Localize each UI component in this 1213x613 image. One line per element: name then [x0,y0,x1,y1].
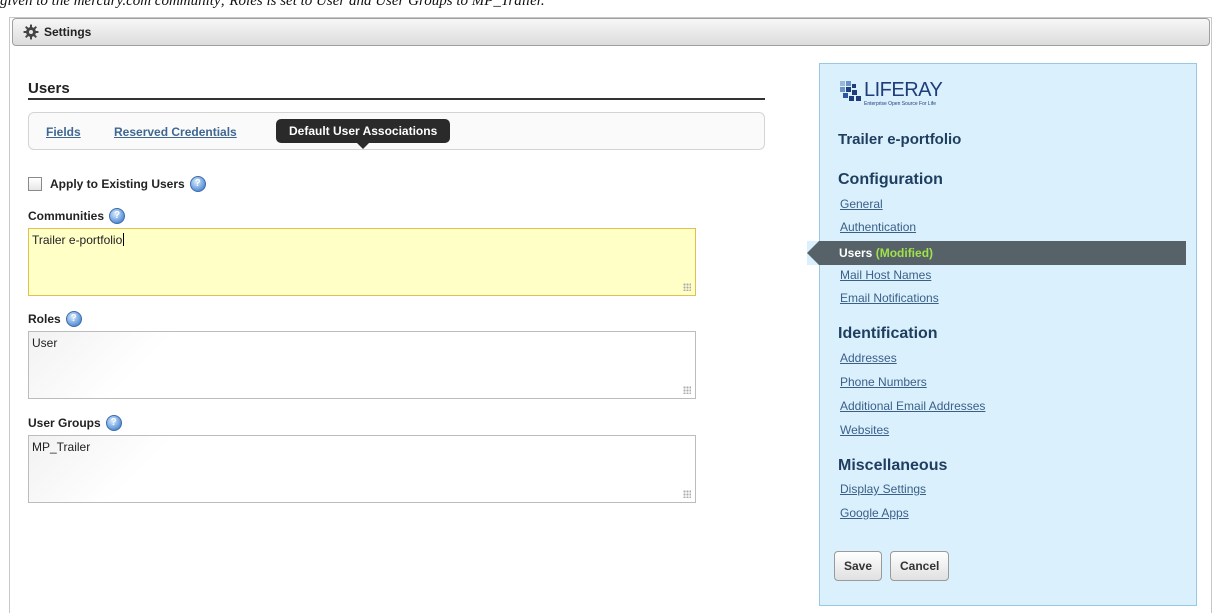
liferay-logo-icon [840,81,861,101]
liferay-logo-text: LIFERAY Enterprise Open Source For Life [864,79,943,107]
logo-wordmark: LIFERAY [864,79,943,101]
help-icon[interactable]: ? [189,176,206,192]
text-caret [123,233,125,246]
communities-label: Communities [28,209,105,223]
section-configuration: Configuration [838,171,943,188]
nav-users-current[interactable]: Users (Modified) [807,241,1186,265]
tab-bar: Fields Reserved Credentials Default User… [28,112,765,150]
settings-title: Settings [44,25,92,39]
tab-reserved-credentials[interactable]: Reserved Credentials [114,125,237,139]
help-icon[interactable]: ? [109,208,126,224]
user-groups-label-row: User Groups ? [28,415,122,431]
resize-grip-icon[interactable] [683,490,691,498]
roles-label: Roles [28,312,61,326]
gear-icon [23,24,39,40]
roles-value: User [32,336,58,350]
nav-phone-numbers[interactable]: Phone Numbers [840,375,927,389]
save-button[interactable]: Save [834,551,883,581]
user-groups-value: MP_Trailer [32,440,91,454]
tab-fields[interactable]: Fields [46,125,81,139]
nav-mail-host-names[interactable]: Mail Host Names [840,268,931,282]
modified-badge: (Modified) [875,246,934,260]
section-identification: Identification [838,325,938,342]
apply-existing-checkbox[interactable] [28,177,42,191]
page-caption: given to the mercury.com community; Role… [0,0,545,9]
apply-existing-row: Apply to Existing Users ? [28,176,206,192]
logo-tagline: Enterprise Open Source For Life [864,101,936,107]
nav-email-notifications[interactable]: Email Notifications [840,291,939,305]
resize-grip-icon[interactable] [683,386,691,394]
section-miscellaneous: Miscellaneous [838,457,948,474]
cancel-button[interactable]: Cancel [890,551,950,581]
nav-additional-email[interactable]: Additional Email Addresses [840,399,985,413]
user-groups-label: User Groups [28,416,101,430]
nav-general[interactable]: General [840,197,883,211]
nav-display-settings[interactable]: Display Settings [840,482,926,496]
settings-bar: Settings [12,18,1210,46]
roles-field[interactable]: User [28,331,696,399]
nav-websites[interactable]: Websites [840,423,889,437]
site-name: Trailer e-portfolio [838,131,962,148]
nav-addresses[interactable]: Addresses [840,351,897,365]
nav-authentication[interactable]: Authentication [840,220,916,234]
communities-field[interactable]: Trailer e-portfolio [28,228,696,296]
tab-default-user-associations[interactable]: Default User Associations [276,119,451,149]
communities-label-row: Communities ? [28,208,126,224]
roles-label-row: Roles ? [28,311,82,327]
user-groups-field[interactable]: MP_Trailer [28,435,696,503]
settings-sidebar: LIFERAY Enterprise Open Source For Life … [807,63,1197,606]
apply-existing-label: Apply to Existing Users [50,177,185,191]
communities-value: Trailer e-portfolio [32,233,123,247]
liferay-logo: LIFERAY Enterprise Open Source For Life [840,79,943,107]
nav-google-apps[interactable]: Google Apps [840,506,909,520]
nav-users-label: Users [839,246,873,260]
resize-grip-icon[interactable] [683,283,691,291]
section-heading: Users [28,80,765,100]
help-icon[interactable]: ? [105,415,122,431]
help-icon[interactable]: ? [65,311,82,327]
